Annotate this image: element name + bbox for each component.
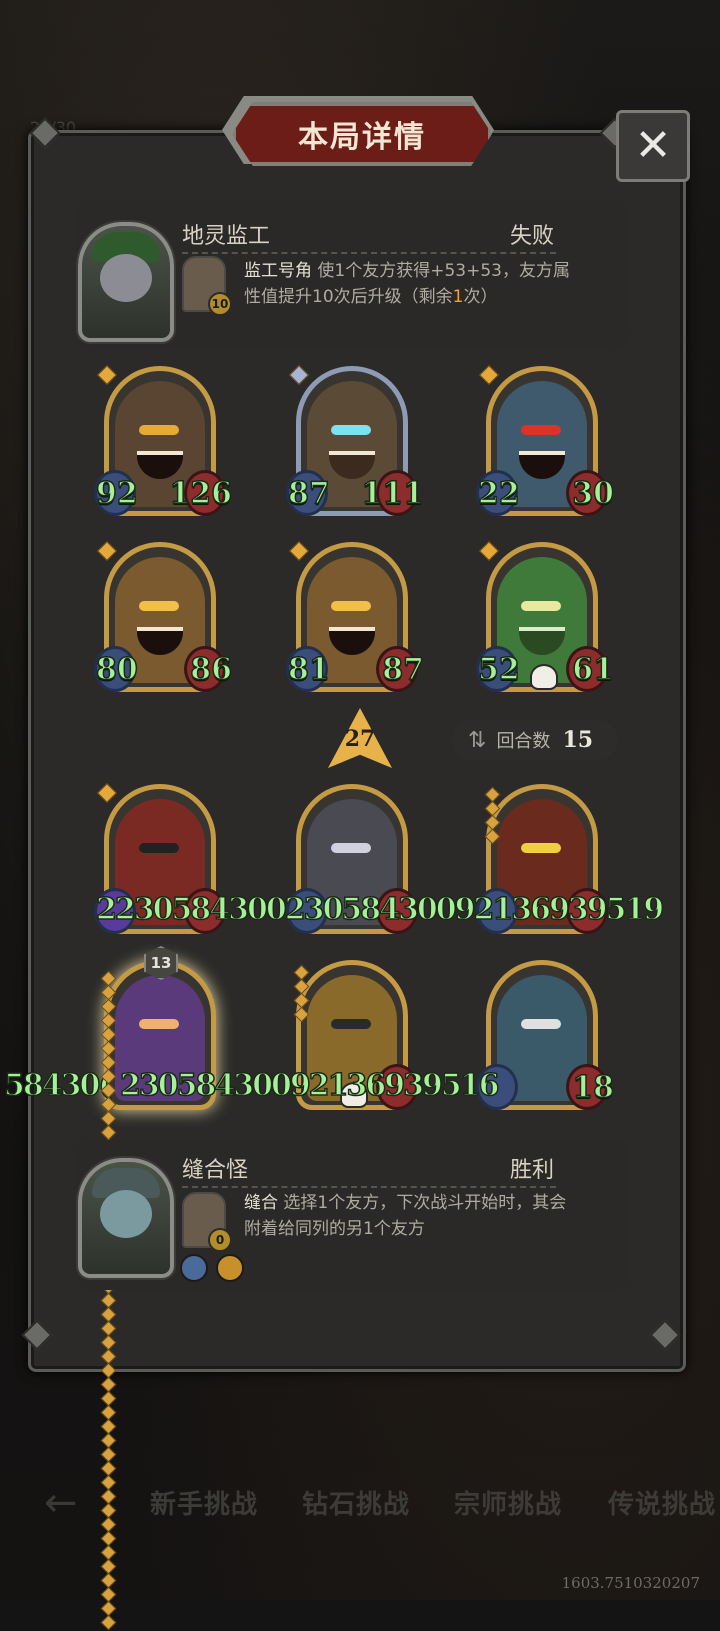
item-level-badge: 10: [208, 292, 232, 316]
item-desc-text: 选择1个友方，下次战斗开始时，其会附着给同列的另1个友方: [244, 1193, 567, 1239]
close-icon: ✕: [634, 120, 672, 171]
overflow-stat-text: 2230584300230584300921369395​19: [95, 891, 665, 928]
opponent-unit-card[interactable]: 81 87: [286, 541, 425, 692]
buff-icon[interactable]: [216, 1254, 244, 1282]
chain-decoration: [100, 970, 117, 1631]
unit-health: 61: [572, 651, 615, 688]
opponent-name: 地灵监工: [182, 224, 271, 249]
unit-health: 126: [169, 475, 233, 512]
opponent-unit-card[interactable]: 87 111: [286, 365, 425, 516]
unit-health: 30: [572, 475, 615, 512]
item-desc-highlight: 1: [452, 287, 464, 307]
unit-health: 18: [572, 1069, 615, 1106]
coordinate-readout: 1603.7510320207: [561, 1574, 700, 1592]
unit-attack: 81: [287, 651, 330, 688]
unit-health: 87: [382, 651, 425, 688]
panel-title: 本局详情: [298, 120, 426, 155]
overflow-stat-left: 58430(: [3, 1067, 113, 1104]
self-item-description: 缝合 选择1个友方，下次战斗开始时，其会附着给同列的另1个友方: [244, 1190, 574, 1242]
overflow-stat-text: 2305843009213693951​6: [119, 1067, 500, 1104]
item-desc-end: 次）: [463, 287, 498, 307]
item-name: 监工号角: [244, 261, 312, 281]
item-level-badge: 0: [208, 1228, 232, 1252]
nav-novice-challenge[interactable]: 新手挑战: [150, 1484, 258, 1521]
opponent-unit-card[interactable]: 92 126: [94, 365, 233, 516]
chain-decoration: [293, 964, 310, 1023]
opponent-unit-card[interactable]: 22 30: [476, 365, 615, 516]
close-button[interactable]: ✕: [616, 110, 690, 182]
player-unit-card[interactable]: 18: [476, 960, 615, 1110]
nav-legend-challenge[interactable]: 传说挑战: [608, 1484, 716, 1521]
chain-decoration: [484, 786, 501, 845]
nav-diamond-challenge[interactable]: 钻石挑战: [302, 1484, 410, 1521]
swap-icon: ⇅: [468, 727, 487, 753]
unit-attack: 87: [287, 475, 330, 512]
self-avatar[interactable]: [78, 1158, 174, 1278]
opponent-unit-card[interactable]: 80 86: [94, 541, 233, 692]
divider: [182, 1186, 556, 1188]
self-result: 胜利: [510, 1158, 555, 1183]
face-shape: [100, 1190, 152, 1238]
item-name: 缝合: [244, 1193, 278, 1213]
horn-item-icon[interactable]: 10: [182, 256, 232, 316]
self-name: 缝合怪: [182, 1158, 249, 1183]
opponent-avatar[interactable]: [78, 222, 174, 342]
opponent-result: 失败: [510, 224, 555, 249]
skull-icon: [530, 664, 558, 690]
unit-attack: 80: [95, 651, 138, 688]
unit-attack: 22: [477, 475, 520, 512]
unit-health: 86: [190, 651, 233, 688]
round-counter: ⇅ 回合数 15: [452, 720, 618, 760]
divider: [182, 252, 556, 254]
opponent-unit-card[interactable]: 52 61: [476, 541, 615, 692]
round-value: 15: [562, 727, 594, 753]
opponent-item-description: 监工号角 使1个友方获得+53+53，友方属性值提升10次后升级（剩余1次）: [244, 258, 574, 310]
nav-master-challenge[interactable]: 宗师挑战: [454, 1484, 562, 1521]
unit-attack: 92: [95, 475, 138, 512]
stitch-item-icon[interactable]: 0: [182, 1192, 232, 1252]
round-label: 回合数: [496, 731, 551, 752]
face-shape: [100, 254, 152, 302]
sword-icon[interactable]: [180, 1254, 208, 1282]
back-arrow-icon[interactable]: ←: [44, 1480, 78, 1526]
skill-icons: [180, 1254, 244, 1282]
title-banner: 本局详情: [232, 102, 492, 166]
battle-score: 27: [344, 726, 376, 752]
unit-attack: 52: [477, 651, 520, 688]
unit-health: 111: [361, 475, 425, 512]
